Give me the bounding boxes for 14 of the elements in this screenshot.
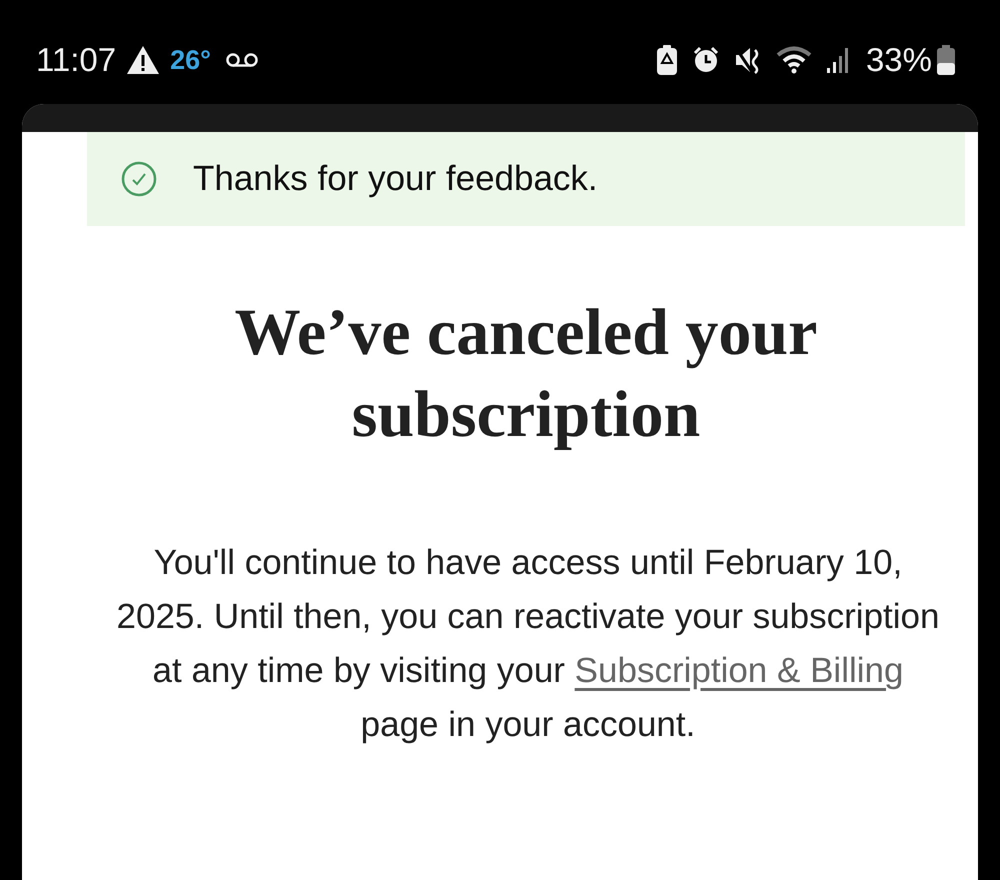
battery-percentage: 33%	[866, 41, 932, 79]
page-heading: We’ve canceled your subscription	[234, 295, 818, 453]
warning-icon	[126, 45, 160, 75]
clock-time: 11:07	[36, 41, 116, 79]
wifi-icon	[776, 46, 812, 74]
voicemail-icon	[224, 52, 259, 68]
alarm-icon	[692, 45, 720, 75]
temperature: 26°	[170, 44, 211, 76]
battery-icon	[936, 45, 956, 75]
access-message: You'll continue to have access until February 10, 2025. Until then, you can reactivate your subscription at any time by visiting your Subscription & Billing page in your account.	[116, 542, 940, 746]
battery-saver-icon	[656, 45, 678, 75]
feedback-message: Thanks for your feedback.	[193, 159, 598, 199]
check-circle-icon	[121, 161, 157, 197]
subscription-billing-link[interactable]: Subscription & Billing	[574, 651, 904, 690]
